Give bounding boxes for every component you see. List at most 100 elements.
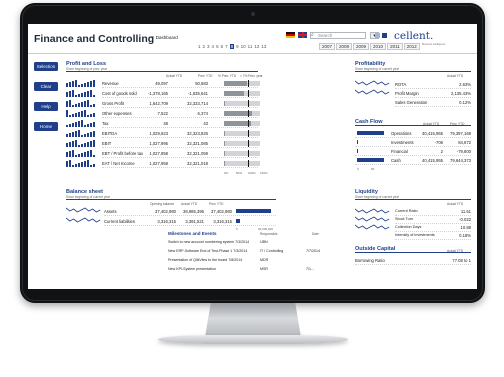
outside-capital-panel: Outside Capital Actual YTD Borrowing Rat… [355, 246, 471, 268]
sparkline-bar [72, 81, 74, 87]
legend-label-prev: % Prev. YTD [218, 74, 237, 78]
prev-value: 3,316,315 [213, 219, 232, 224]
table-row: Current Ratio 11.51 [395, 208, 471, 216]
sparkline-bar [93, 104, 95, 107]
list-item[interactable]: New ERP-Software End of Test-Phase 1 7/3… [168, 247, 328, 256]
balance-sheet-panel: Balance sheet Since beginning of current… [66, 189, 276, 231]
month-option-4[interactable]: 4 [212, 44, 215, 49]
trend-line [66, 217, 101, 223]
sparkline-bar [78, 94, 80, 97]
sparkline-bar [66, 134, 68, 137]
search-icon: ⌕ [311, 32, 314, 38]
prev-value: 32,333,714 [187, 101, 208, 106]
sparkline-bar [90, 90, 92, 97]
monitor-stand-neck [205, 303, 301, 337]
table-row: Investments -706 84,672 [355, 138, 471, 147]
year-option-2011[interactable]: 2011 [387, 43, 403, 50]
bullet-bar-fill [224, 161, 225, 166]
uk-flag-icon[interactable] [298, 32, 307, 38]
table-row: Gross Profit 1,642,709 32,333,714 [102, 99, 260, 108]
month-option-10[interactable]: 10 [241, 44, 246, 49]
month-option-12[interactable]: 12 [254, 44, 259, 49]
year-option-2012[interactable]: 2012 [403, 43, 420, 50]
list-item[interactable]: Switch to new account numbering system 7… [168, 238, 328, 247]
month-selector: 1 2 3 4 5 6 7 8 9 10 11 12 13 [198, 44, 266, 49]
actual-value: 40,415,955 [422, 131, 443, 136]
row-label: Other expenses [102, 111, 132, 116]
table-row: Tax 48 43 [102, 119, 260, 128]
milestone-text: Presentation of QlikView to the board 7/… [168, 258, 243, 262]
sidebar-button-help[interactable]: Help [34, 102, 58, 111]
trend-line [355, 89, 390, 95]
cash-flow-bar [357, 131, 384, 135]
year-option-2010[interactable]: 2010 [370, 43, 387, 50]
actual-value: 7,522 [157, 111, 168, 116]
month-option-3[interactable]: 3 [207, 44, 210, 49]
legend-label-prev-year: > 7% Prev. year [240, 74, 263, 78]
list-item[interactable]: Presentation of QlikView to the board 7/… [168, 256, 328, 265]
row-label: Current liabilities [104, 219, 135, 224]
year-option-2007[interactable]: 2007 [319, 43, 336, 50]
col-header-actual: Actual YTD [447, 249, 464, 253]
year-option-2008[interactable]: 2008 [336, 43, 353, 50]
sparkline-bar [69, 115, 71, 117]
actual-value: 38,985,395 [183, 209, 204, 214]
sparkline-bar [84, 134, 86, 137]
month-option-11[interactable]: 11 [248, 44, 253, 49]
month-option-2[interactable]: 2 [203, 44, 206, 49]
search-input[interactable]: Search [310, 32, 366, 39]
row-label: Sales Generation [395, 100, 428, 105]
month-option-9[interactable]: 9 [236, 44, 239, 49]
month-option-1[interactable]: 1 [198, 44, 201, 49]
month-option-7[interactable]: 7 [225, 44, 228, 49]
sparkline-bar [81, 102, 83, 107]
opening-value: 37,402,980 [155, 209, 176, 214]
bullet-bar-target [248, 120, 249, 127]
sparkline-bar [93, 113, 95, 117]
month-option-13[interactable]: 13 [261, 44, 266, 49]
table-row: Borrowing Ratio 77.08 to 1 [355, 256, 471, 265]
month-option-5[interactable]: 5 [216, 44, 219, 49]
milestone-responsible: UBN [260, 240, 268, 244]
sparkline-bar [75, 113, 77, 117]
actual-value: 48 [163, 121, 168, 126]
year-option-2009[interactable]: 2009 [353, 43, 370, 50]
month-option-6[interactable]: 6 [221, 44, 224, 49]
actual-value: -706 [434, 140, 443, 145]
milestone-date: 7/7/2014 [306, 249, 320, 253]
list-item[interactable]: New KPI-System presentation MSR 7/1... [168, 265, 328, 274]
sparkline-icon [66, 80, 95, 87]
actual-value: 11.51 [460, 209, 471, 214]
actual-value: 1,027,958 [149, 151, 168, 156]
sidebar-button-clear[interactable]: Clear [34, 82, 58, 91]
actual-value: 1,029,623 [149, 131, 168, 136]
sparkline-bar [78, 163, 80, 167]
col-header-prev: Prev. YTD [198, 74, 213, 78]
bullet-bar [224, 140, 260, 147]
sidebar-button-home[interactable]: Home [34, 122, 58, 131]
german-flag-icon[interactable] [286, 32, 295, 38]
sparkline-bar [78, 145, 80, 147]
sparkline-bar [69, 100, 71, 107]
col-header-actual: Actual YTD [447, 74, 464, 78]
actual-value: 0.18% [459, 233, 471, 238]
bullet-bar-target [248, 90, 249, 97]
dashboard-select[interactable]: ▼ Dashboard [150, 35, 178, 40]
actual-value: -0.022 [459, 217, 471, 222]
month-option-8[interactable]: 8 [229, 44, 235, 49]
sparkline-bar [81, 153, 83, 157]
sidebar-button-selection[interactable]: Selection [34, 62, 58, 71]
table-row: Revenue 49,097 50,683 [102, 79, 260, 88]
table-row: Intensity of investments 0.18% [395, 232, 471, 240]
bullet-bar-target [248, 160, 249, 167]
cash-flow-bar [357, 158, 384, 162]
balance-sheet-subtitle: Since beginning of current year [66, 195, 276, 200]
sparkline-bar [90, 150, 92, 157]
axis-tick: 100% [248, 171, 256, 175]
prev-value: 79,397,168 [450, 131, 471, 136]
sparkline-bar [78, 112, 80, 117]
actual-value: 2,135.43% [450, 91, 471, 96]
trend-line-icon [66, 217, 101, 223]
sparkline-icon [66, 130, 95, 137]
sparkline-bar [87, 133, 89, 137]
